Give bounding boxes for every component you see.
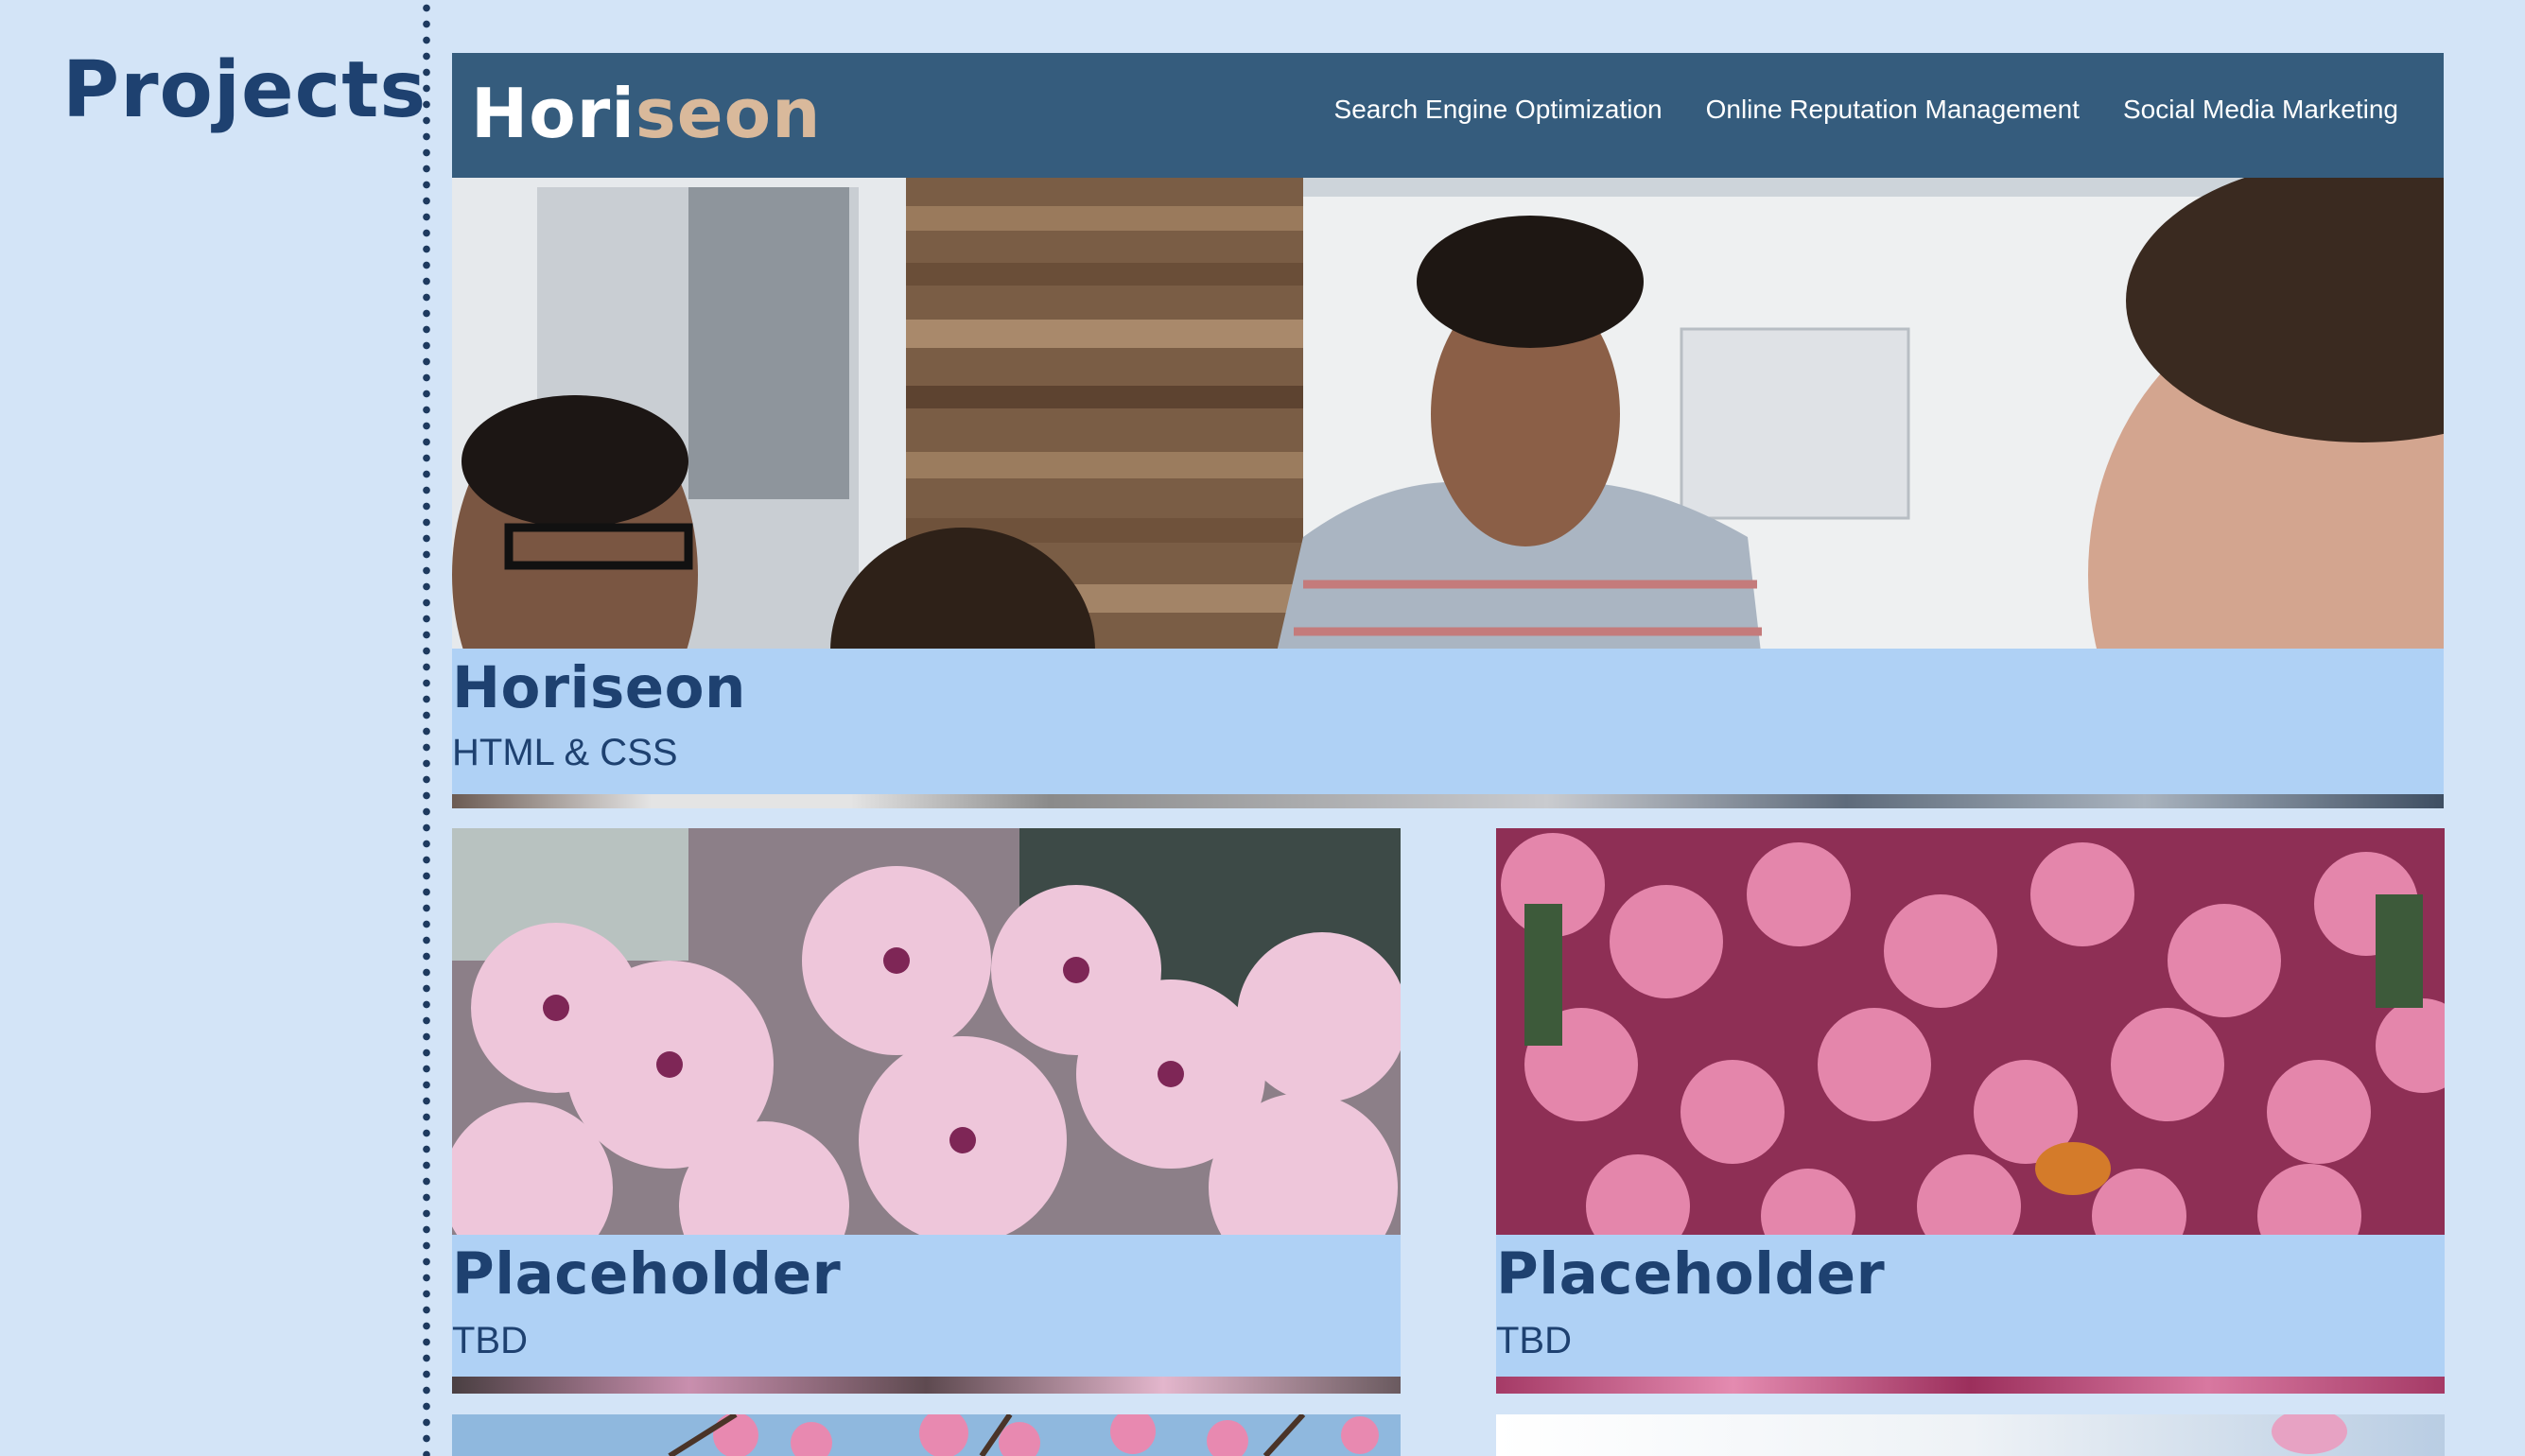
project-title: Placeholder bbox=[452, 1240, 842, 1308]
blossom-branch-image bbox=[452, 1414, 1401, 1456]
project-card[interactable]: Placeholder TBD bbox=[452, 828, 1401, 1394]
page-title: Projects bbox=[62, 45, 427, 135]
preview-nav-item: Social Media Marketing bbox=[2122, 95, 2398, 124]
project-subtitle: TBD bbox=[1496, 1320, 1572, 1361]
preview-logo: Horiseon bbox=[471, 74, 821, 153]
preview-logo-part2: seon bbox=[635, 74, 822, 153]
featured-project-label: Horiseon HTML & CSS bbox=[452, 649, 2444, 794]
project-subtitle: HTML & CSS bbox=[452, 732, 678, 773]
pink-flowers-image bbox=[1496, 828, 2445, 1235]
cherry-blossom-image bbox=[452, 828, 1401, 1235]
preview-nav-item: Online Reputation Management bbox=[1705, 95, 2080, 124]
team-meeting-image bbox=[452, 178, 2444, 702]
image-bottom-strip bbox=[452, 794, 2444, 808]
project-card[interactable] bbox=[1496, 1414, 2445, 1456]
project-card[interactable] bbox=[452, 1414, 1401, 1456]
project-card[interactable]: Placeholder TBD bbox=[1496, 828, 2445, 1394]
preview-logo-part1: Hori bbox=[471, 74, 636, 153]
image-bottom-strip bbox=[452, 1377, 1401, 1394]
image-bottom-strip bbox=[1496, 1377, 2445, 1394]
project-title: Horiseon bbox=[452, 654, 746, 721]
project-label: Placeholder TBD bbox=[452, 1235, 1401, 1377]
preview-nav-item: Search Engine Optimization bbox=[1333, 95, 1663, 124]
flower-sky-image bbox=[1496, 1414, 2445, 1456]
project-label: Placeholder TBD bbox=[1496, 1235, 2445, 1377]
project-subtitle: TBD bbox=[452, 1320, 528, 1361]
preview-nav: Search Engine Optimization Online Reputa… bbox=[1334, 95, 2398, 125]
preview-header: Horiseon Search Engine Optimization Onli… bbox=[452, 53, 2444, 178]
featured-project-card[interactable]: Horiseon Search Engine Optimization Onli… bbox=[452, 53, 2444, 808]
dotted-divider bbox=[423, 0, 430, 1456]
project-title: Placeholder bbox=[1496, 1240, 1886, 1308]
